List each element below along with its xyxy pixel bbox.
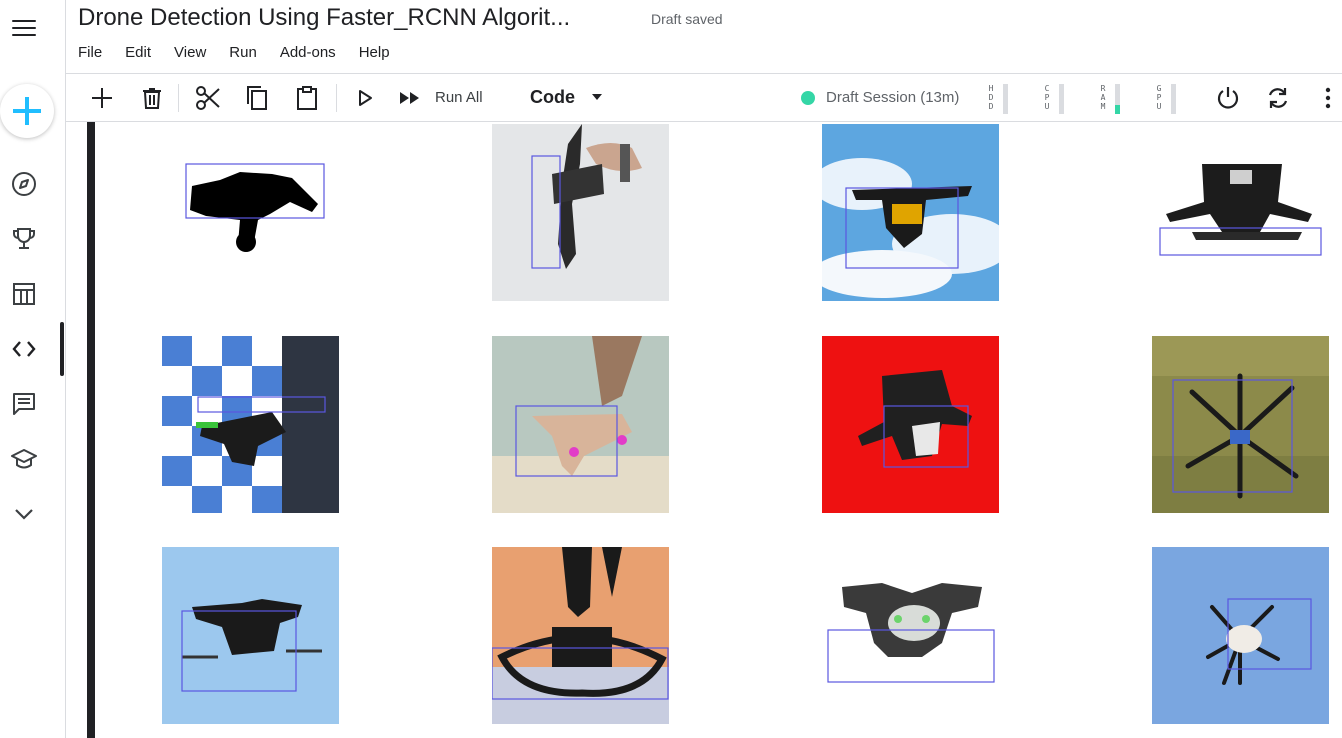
- menu-addons[interactable]: Add-ons: [280, 44, 336, 61]
- active-nav-indicator: [60, 322, 64, 376]
- drone-sky-clouds: [822, 124, 999, 301]
- play-icon: [359, 90, 372, 106]
- fast-forward-icon: [400, 92, 419, 104]
- left-navigation-rail: [0, 0, 66, 738]
- copy-icon: [247, 86, 267, 110]
- refresh-icon: [1268, 88, 1288, 108]
- meter-label: HDD: [988, 84, 994, 111]
- add-cell-button[interactable]: [88, 84, 116, 112]
- drone-silhouette: [162, 124, 339, 301]
- run-all-label[interactable]: Run All: [435, 89, 483, 106]
- drone-checkered-bg: [162, 336, 339, 513]
- meter-label: RAM: [1100, 84, 1106, 111]
- drone-on-grass: [1152, 336, 1329, 513]
- scissors-icon: [196, 86, 220, 110]
- comment-icon[interactable]: [10, 390, 38, 418]
- menu-help[interactable]: Help: [359, 44, 390, 61]
- notebook-title[interactable]: Drone Detection Using Faster_RCNN Algori…: [78, 4, 570, 32]
- session-status-dot: [801, 91, 815, 105]
- power-button[interactable]: [1214, 84, 1242, 112]
- table-icon[interactable]: [10, 280, 38, 308]
- more-options-button[interactable]: [1314, 84, 1342, 112]
- power-icon: [1217, 87, 1239, 109]
- trash-icon: [143, 88, 161, 109]
- menu-file[interactable]: File: [78, 44, 102, 61]
- draft-status: Draft saved: [651, 11, 723, 27]
- run-cell-button[interactable]: [351, 84, 379, 112]
- copy-cell-button[interactable]: [243, 84, 271, 112]
- delete-cell-button[interactable]: [138, 84, 166, 112]
- menu-run[interactable]: Run: [229, 44, 257, 61]
- toolbar-divider: [178, 84, 179, 112]
- meter-fill: [1115, 105, 1120, 114]
- notebook-cell-output[interactable]: [66, 122, 1342, 738]
- trophy-icon[interactable]: [10, 225, 38, 253]
- notebook-toolbar: Run All Code Draft Session (13m) HDD CPU…: [66, 74, 1342, 122]
- create-button[interactable]: [0, 84, 54, 138]
- toolbar-divider: [336, 84, 337, 112]
- plus-icon: [92, 88, 112, 108]
- menu-view[interactable]: View: [174, 44, 206, 61]
- compass-icon[interactable]: [10, 170, 38, 198]
- school-icon[interactable]: [10, 445, 38, 473]
- chevron-down-icon[interactable]: [10, 500, 38, 528]
- caret-down-icon[interactable]: [592, 94, 602, 100]
- drone-orange-sunset: [492, 547, 669, 724]
- paste-cell-button[interactable]: [293, 84, 321, 112]
- gpu-meter: GPU: [1154, 82, 1178, 114]
- drone-beige-blur: [492, 336, 669, 513]
- cut-cell-button[interactable]: [194, 84, 222, 112]
- run-all-button[interactable]: [396, 84, 424, 112]
- cpu-meter: CPU: [1042, 82, 1066, 114]
- kaggle-notebook-app: Drone Detection Using Faster_RCNN Algori…: [0, 0, 1342, 738]
- hdd-meter: HDD: [986, 82, 1010, 114]
- menu-icon[interactable]: [12, 20, 36, 40]
- restart-session-button[interactable]: [1264, 84, 1292, 112]
- clipboard-icon: [297, 86, 317, 110]
- drone-light-blue-bg: [162, 547, 339, 724]
- meter-label: CPU: [1044, 84, 1050, 111]
- cell-type-select[interactable]: Code: [530, 87, 575, 108]
- ram-meter: RAM: [1098, 82, 1122, 114]
- plus-icon: [13, 97, 41, 125]
- code-icon[interactable]: [10, 335, 38, 363]
- output-image-grid: [66, 122, 1342, 738]
- notebook-header: Drone Detection Using Faster_RCNN Algori…: [66, 0, 1342, 74]
- drone-blue-sky: [1152, 547, 1329, 724]
- menu-bar: File Edit View Run Add-ons Help: [78, 44, 413, 61]
- menu-edit[interactable]: Edit: [125, 44, 151, 61]
- session-label[interactable]: Draft Session (13m): [826, 89, 959, 106]
- drone-red-bg: [822, 336, 999, 513]
- drone-held-by-hand: [492, 124, 669, 301]
- drone-white-bg: [1152, 124, 1329, 301]
- drone-white-cutout: [822, 547, 999, 724]
- meter-label: GPU: [1156, 84, 1162, 111]
- more-vert-icon: [1325, 87, 1331, 109]
